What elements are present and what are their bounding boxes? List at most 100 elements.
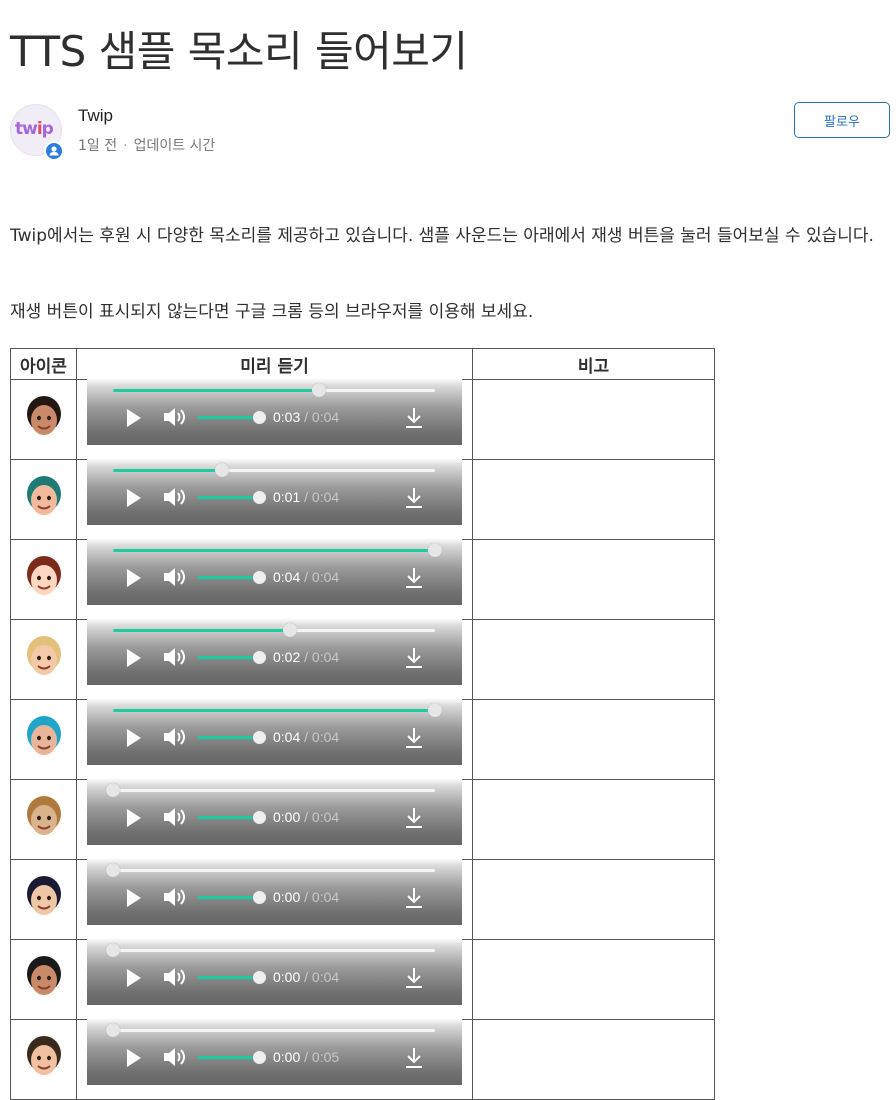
seek-bar[interactable]: [106, 943, 435, 957]
download-icon[interactable]: [405, 726, 423, 750]
play-icon[interactable]: [125, 807, 143, 829]
volume-slider[interactable]: [198, 576, 260, 579]
play-icon[interactable]: [125, 487, 143, 509]
seek-handle[interactable]: [106, 1023, 120, 1037]
volume-slider[interactable]: [198, 1056, 260, 1059]
volume-icon[interactable]: [163, 566, 189, 588]
note-cell: [472, 779, 715, 860]
volume-handle[interactable]: [253, 411, 266, 424]
seek-handle[interactable]: [428, 543, 442, 557]
seek-progress: [113, 709, 435, 712]
download-icon[interactable]: [405, 966, 423, 990]
volume-handle[interactable]: [253, 891, 266, 904]
volume-handle[interactable]: [253, 811, 266, 824]
seek-handle[interactable]: [215, 463, 230, 477]
audio-player: 0:00 / 0:04: [87, 858, 462, 925]
voice-avatar-icon: [27, 716, 61, 755]
play-icon[interactable]: [125, 887, 143, 909]
intro-paragraph: Twip에서는 후원 시 다양한 목소리를 제공하고 있습니다. 샘플 사운드는…: [10, 226, 874, 246]
seek-bar[interactable]: [106, 863, 435, 877]
play-icon[interactable]: [125, 647, 143, 669]
voice-icon-cell: [10, 379, 77, 460]
browser-note-paragraph: 재생 버튼이 표시되지 않는다면 구글 크롬 등의 브라우저를 이용해 보세요.: [10, 302, 534, 322]
seek-handle[interactable]: [283, 623, 298, 637]
audio-player: 0:04 / 0:04: [87, 698, 462, 765]
seek-handle[interactable]: [428, 703, 442, 717]
voice-avatar-icon: [27, 476, 61, 515]
note-cell: [472, 619, 715, 700]
author-info: twip Twip 1일 전 · 업데이트 시간 팔로우: [10, 102, 890, 161]
volume-handle[interactable]: [253, 571, 266, 584]
volume-icon[interactable]: [163, 486, 189, 508]
follow-button[interactable]: 팔로우: [794, 102, 890, 138]
author-name[interactable]: Twip: [78, 106, 113, 126]
current-time: 0:00: [273, 809, 301, 825]
seek-bar[interactable]: [113, 543, 442, 557]
note-cell: [472, 459, 715, 540]
volume-icon[interactable]: [163, 966, 189, 988]
seek-bar[interactable]: [113, 623, 435, 637]
play-icon[interactable]: [125, 567, 143, 589]
voice-avatar-icon: [27, 636, 61, 675]
download-icon[interactable]: [405, 646, 423, 670]
time-display: 0:02 / 0:04: [273, 649, 339, 665]
volume-slider[interactable]: [198, 656, 260, 659]
audio-player: 0:04 / 0:04: [87, 538, 462, 605]
seek-bar[interactable]: [113, 463, 435, 477]
time-display: 0:00 / 0:04: [273, 889, 339, 905]
duration: / 0:04: [304, 889, 340, 905]
volume-slider[interactable]: [198, 976, 260, 979]
download-icon[interactable]: [405, 806, 423, 830]
download-icon[interactable]: [405, 886, 423, 910]
volume-icon[interactable]: [163, 1046, 189, 1068]
seek-bar[interactable]: [106, 783, 435, 797]
audio-player-cell: 0:04 / 0:04: [76, 538, 473, 620]
voice-icon-cell: [10, 699, 77, 780]
page-title: TTS 샘플 목소리 들어보기: [10, 27, 468, 76]
download-icon[interactable]: [405, 566, 423, 590]
seek-handle[interactable]: [106, 783, 120, 797]
table-row: 0:02 / 0:04: [10, 618, 715, 700]
duration: / 0:04: [304, 729, 340, 745]
play-icon[interactable]: [125, 727, 143, 749]
seek-bar[interactable]: [106, 1023, 435, 1037]
seek-handle[interactable]: [106, 863, 120, 877]
volume-icon[interactable]: [163, 646, 189, 668]
current-time: 0:00: [273, 969, 301, 985]
audio-player-cell: 0:00 / 0:04: [76, 938, 473, 1020]
volume-handle[interactable]: [253, 971, 266, 984]
volume-icon[interactable]: [163, 406, 189, 428]
download-icon[interactable]: [405, 406, 423, 430]
play-icon[interactable]: [125, 407, 143, 429]
volume-icon[interactable]: [163, 726, 189, 748]
volume-handle[interactable]: [253, 731, 266, 744]
volume-icon[interactable]: [163, 806, 189, 828]
volume-slider[interactable]: [198, 816, 260, 819]
play-icon[interactable]: [125, 1047, 143, 1069]
tts-sample-table: 아이콘 미리 듣기 비고 0:03 / 0:04 0:01 / 0:04 0:04 …: [10, 348, 715, 1100]
volume-slider[interactable]: [198, 896, 260, 899]
current-time: 0:04: [273, 569, 301, 585]
audio-player: 0:03 / 0:04: [87, 378, 462, 445]
seek-handle[interactable]: [106, 943, 120, 957]
author-avatar[interactable]: twip: [10, 104, 64, 161]
volume-slider[interactable]: [198, 496, 260, 499]
volume-handle[interactable]: [253, 651, 266, 664]
volume-slider[interactable]: [198, 736, 260, 739]
volume-handle[interactable]: [253, 491, 266, 504]
download-icon[interactable]: [405, 1046, 423, 1070]
volume-handle[interactable]: [253, 1051, 266, 1064]
seek-bar[interactable]: [113, 703, 442, 717]
table-header-row: 아이콘 미리 듣기 비고: [10, 348, 715, 380]
duration: / 0:04: [304, 969, 340, 985]
seek-bar[interactable]: [113, 383, 435, 397]
seek-progress: [113, 549, 435, 552]
volume-icon[interactable]: [163, 886, 189, 908]
volume-slider[interactable]: [198, 416, 260, 419]
note-cell: [472, 539, 715, 620]
duration: / 0:04: [304, 409, 340, 425]
download-icon[interactable]: [405, 486, 423, 510]
play-icon[interactable]: [125, 967, 143, 989]
note-cell: [472, 699, 715, 780]
seek-handle[interactable]: [312, 383, 327, 397]
